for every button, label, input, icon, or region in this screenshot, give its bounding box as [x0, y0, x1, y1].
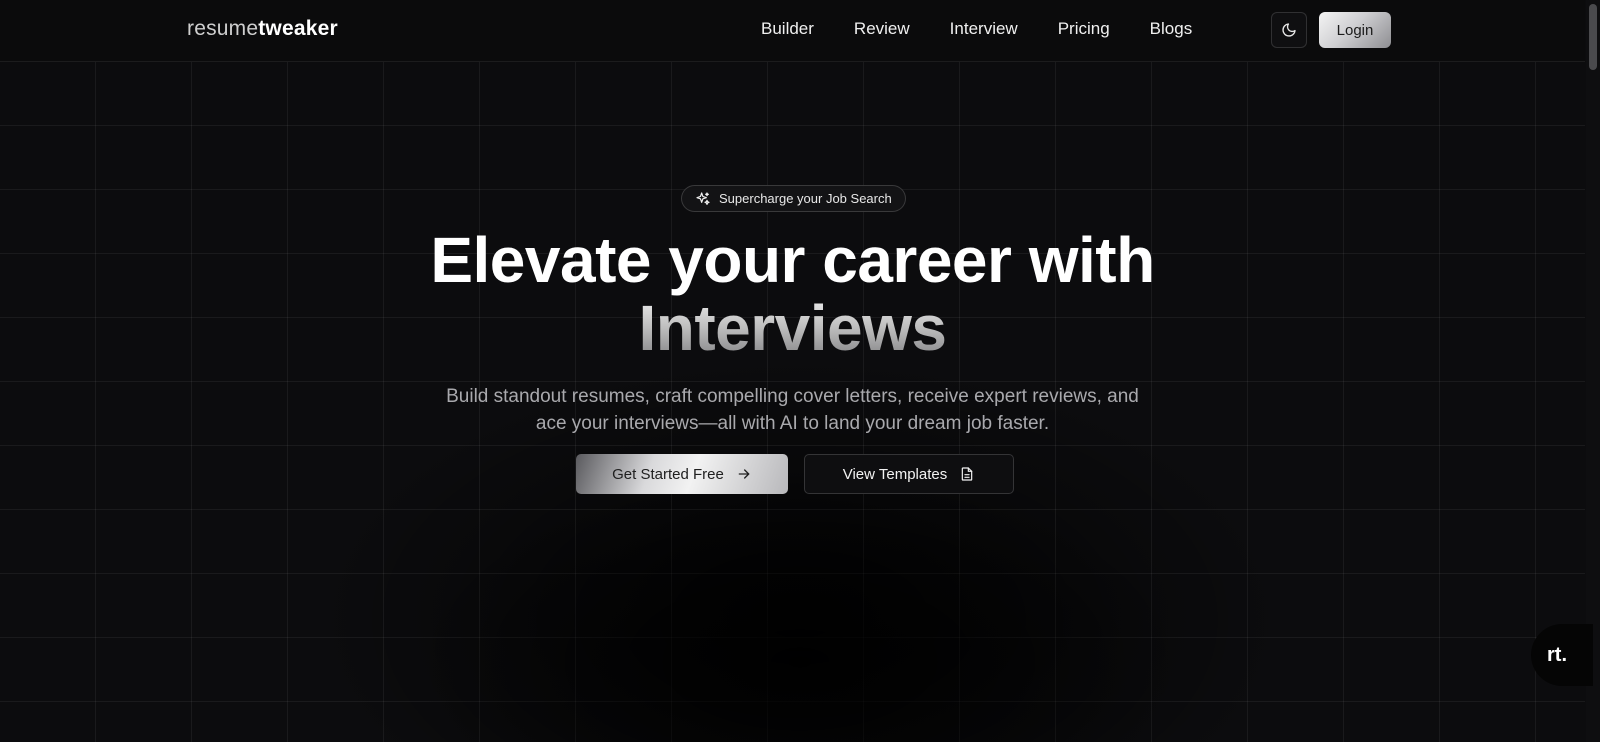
logo-bold-text: tweaker	[258, 17, 338, 40]
get-started-button[interactable]: Get Started Free	[576, 454, 788, 494]
logo[interactable]: resumetweaker	[187, 17, 338, 41]
hero-headline-highlight: Interviews	[0, 292, 1585, 364]
moon-icon	[1282, 23, 1296, 37]
login-button[interactable]: Login	[1319, 12, 1391, 48]
hero-badge: Supercharge your Job Search	[681, 185, 906, 212]
nav-item-pricing[interactable]: Pricing	[1058, 18, 1110, 40]
scrollbar-thumb[interactable]	[1589, 4, 1597, 70]
nav-item-review[interactable]: Review	[854, 18, 910, 40]
logo-light-text: resume	[187, 17, 259, 40]
chat-widget-label: rt.	[1547, 643, 1567, 666]
nav-item-builder[interactable]: Builder	[761, 18, 814, 40]
get-started-label: Get Started Free	[612, 465, 724, 483]
nav-item-interview[interactable]: Interview	[950, 18, 1018, 40]
main-nav: Builder Review Interview Pricing Blogs	[761, 18, 1232, 40]
view-templates-button[interactable]: View Templates	[804, 454, 1014, 494]
arrow-right-icon	[738, 469, 750, 479]
headline-rotating-word: Interviews	[638, 292, 947, 364]
chat-widget-button[interactable]: rt.	[1531, 624, 1593, 686]
document-icon	[961, 467, 973, 481]
top-navbar: resumetweaker Builder Review Interview P…	[0, 0, 1585, 62]
badge-text: Supercharge your Job Search	[719, 191, 892, 206]
hero-subtitle: Build standout resumes, craft compelling…	[446, 386, 1139, 434]
hero-headline: Elevate your career with	[430, 224, 1155, 296]
view-templates-label: View Templates	[842, 465, 948, 483]
sparkles-icon	[696, 191, 710, 205]
page: resumetweaker Builder Review Interview P…	[0, 0, 1600, 742]
theme-toggle-button[interactable]	[1271, 12, 1307, 48]
nav-item-blogs[interactable]: Blogs	[1150, 18, 1193, 40]
